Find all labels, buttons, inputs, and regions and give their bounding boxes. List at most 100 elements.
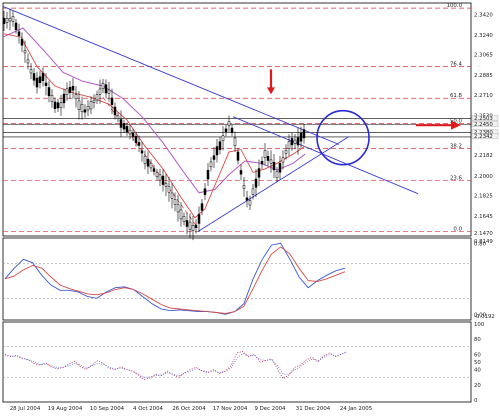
price-tick-label: 2.3240 xyxy=(474,33,493,39)
candle-body xyxy=(152,168,156,172)
candle-body xyxy=(188,221,192,230)
oscillator-series-line xyxy=(4,242,346,315)
candle-body xyxy=(89,101,93,110)
candle-body xyxy=(179,209,183,220)
candle-body xyxy=(35,77,39,88)
candle-body xyxy=(32,73,36,81)
candle-body xyxy=(233,137,237,146)
candle-body xyxy=(83,109,87,113)
rsi-tick-label: 50 xyxy=(474,360,481,366)
candle-body xyxy=(176,204,180,213)
candle-body xyxy=(302,129,306,139)
fib-level-label: 76.4 xyxy=(450,62,463,68)
candle-body xyxy=(170,192,174,199)
candle-body xyxy=(86,106,90,111)
x-axis-label: 24 Jan 2005 xyxy=(340,406,372,412)
candle-body xyxy=(53,101,57,109)
x-axis-label: 4 Oct 2004 xyxy=(133,406,163,412)
candle-body xyxy=(98,88,102,95)
candle-body xyxy=(38,76,42,83)
candle-body xyxy=(167,186,171,193)
candle-body xyxy=(116,115,120,119)
candle-body xyxy=(62,93,66,104)
candle-body xyxy=(245,197,249,201)
candle-body xyxy=(101,82,105,89)
trendline xyxy=(232,116,419,195)
candle-body xyxy=(11,16,15,22)
candle-body xyxy=(263,150,267,159)
candle-body xyxy=(137,142,141,146)
candle-body xyxy=(239,170,243,175)
ma-fast-line xyxy=(2,33,306,219)
candle-body xyxy=(146,158,150,167)
candle-body xyxy=(200,203,204,211)
candle-body xyxy=(74,94,78,100)
fib-level-label: 38.2 xyxy=(450,143,462,149)
candle-body xyxy=(254,178,258,188)
candle-body xyxy=(209,161,213,168)
candle-body xyxy=(71,86,75,91)
rsi-tick-label: 100 xyxy=(474,322,485,328)
rsi-tick-label: 0 xyxy=(474,398,478,404)
candle-body xyxy=(47,87,51,97)
candle-body xyxy=(236,151,240,161)
candle-body xyxy=(284,150,288,154)
oscillator-tick-label: 0.80 xyxy=(474,241,487,247)
oscillator-tick-label: -0.0192 xyxy=(474,314,495,320)
candle-body xyxy=(113,106,117,116)
candle-body xyxy=(248,200,252,206)
candle-body xyxy=(197,214,201,224)
candle-body xyxy=(50,95,54,102)
rsi-tick-label: 20 xyxy=(474,383,481,389)
price-tick-label: 2.2182 xyxy=(474,153,493,159)
candle-body xyxy=(92,99,96,103)
candle-body xyxy=(287,141,291,149)
rsi-series-line xyxy=(4,350,348,380)
fib-level-label: 0.0 xyxy=(453,226,462,232)
candle-body xyxy=(20,38,24,46)
candle-body xyxy=(134,135,138,143)
candle-body xyxy=(212,155,216,160)
rsi-panel-frame xyxy=(2,321,472,403)
candle-body xyxy=(65,88,69,95)
candle-body xyxy=(275,171,279,179)
candle-body xyxy=(251,188,255,195)
oscillator-series-line xyxy=(4,246,346,314)
candle-body xyxy=(269,159,273,164)
candle-body xyxy=(215,146,219,156)
candle-body xyxy=(56,102,60,109)
price-tick-label: 2.1470 xyxy=(474,231,493,237)
candle-body xyxy=(182,216,186,222)
candle-body xyxy=(218,141,222,150)
x-axis-label: 19 Aug 2004 xyxy=(48,406,83,412)
down-arrow-head xyxy=(267,87,275,95)
candle-body xyxy=(26,59,30,64)
candle-body xyxy=(149,162,153,169)
x-axis-label: 31 Dec 2004 xyxy=(296,406,331,412)
price-tick-label: 2.2710 xyxy=(474,93,493,99)
x-axis-label: 10 Sep 2004 xyxy=(90,406,125,412)
candle-body xyxy=(299,132,303,142)
x-axis-label: 28 Jul 2004 xyxy=(10,406,41,412)
candle-body xyxy=(8,17,12,22)
candle-body xyxy=(131,132,135,137)
candle-body xyxy=(227,121,231,126)
candle-body xyxy=(107,89,111,94)
price-label: 2.2450 xyxy=(474,122,493,128)
price-panel-frame xyxy=(2,2,472,237)
candle-body xyxy=(122,123,126,130)
candle-body xyxy=(194,224,198,228)
price-label: 2.2342 xyxy=(474,134,493,140)
candle-body xyxy=(80,104,84,113)
candle-body xyxy=(158,174,162,181)
candle-body xyxy=(5,18,9,23)
candle-body xyxy=(110,97,114,105)
candle-body xyxy=(143,155,147,164)
candle-body xyxy=(203,188,207,195)
candle-body xyxy=(290,138,294,146)
candle-body xyxy=(14,22,18,30)
candle-body xyxy=(2,17,6,25)
forex-chart: 2.34202.32402.30652.28852.27102.25302.21… xyxy=(0,0,500,412)
oscillator-panel-frame xyxy=(2,237,472,321)
candle-body xyxy=(41,72,45,81)
